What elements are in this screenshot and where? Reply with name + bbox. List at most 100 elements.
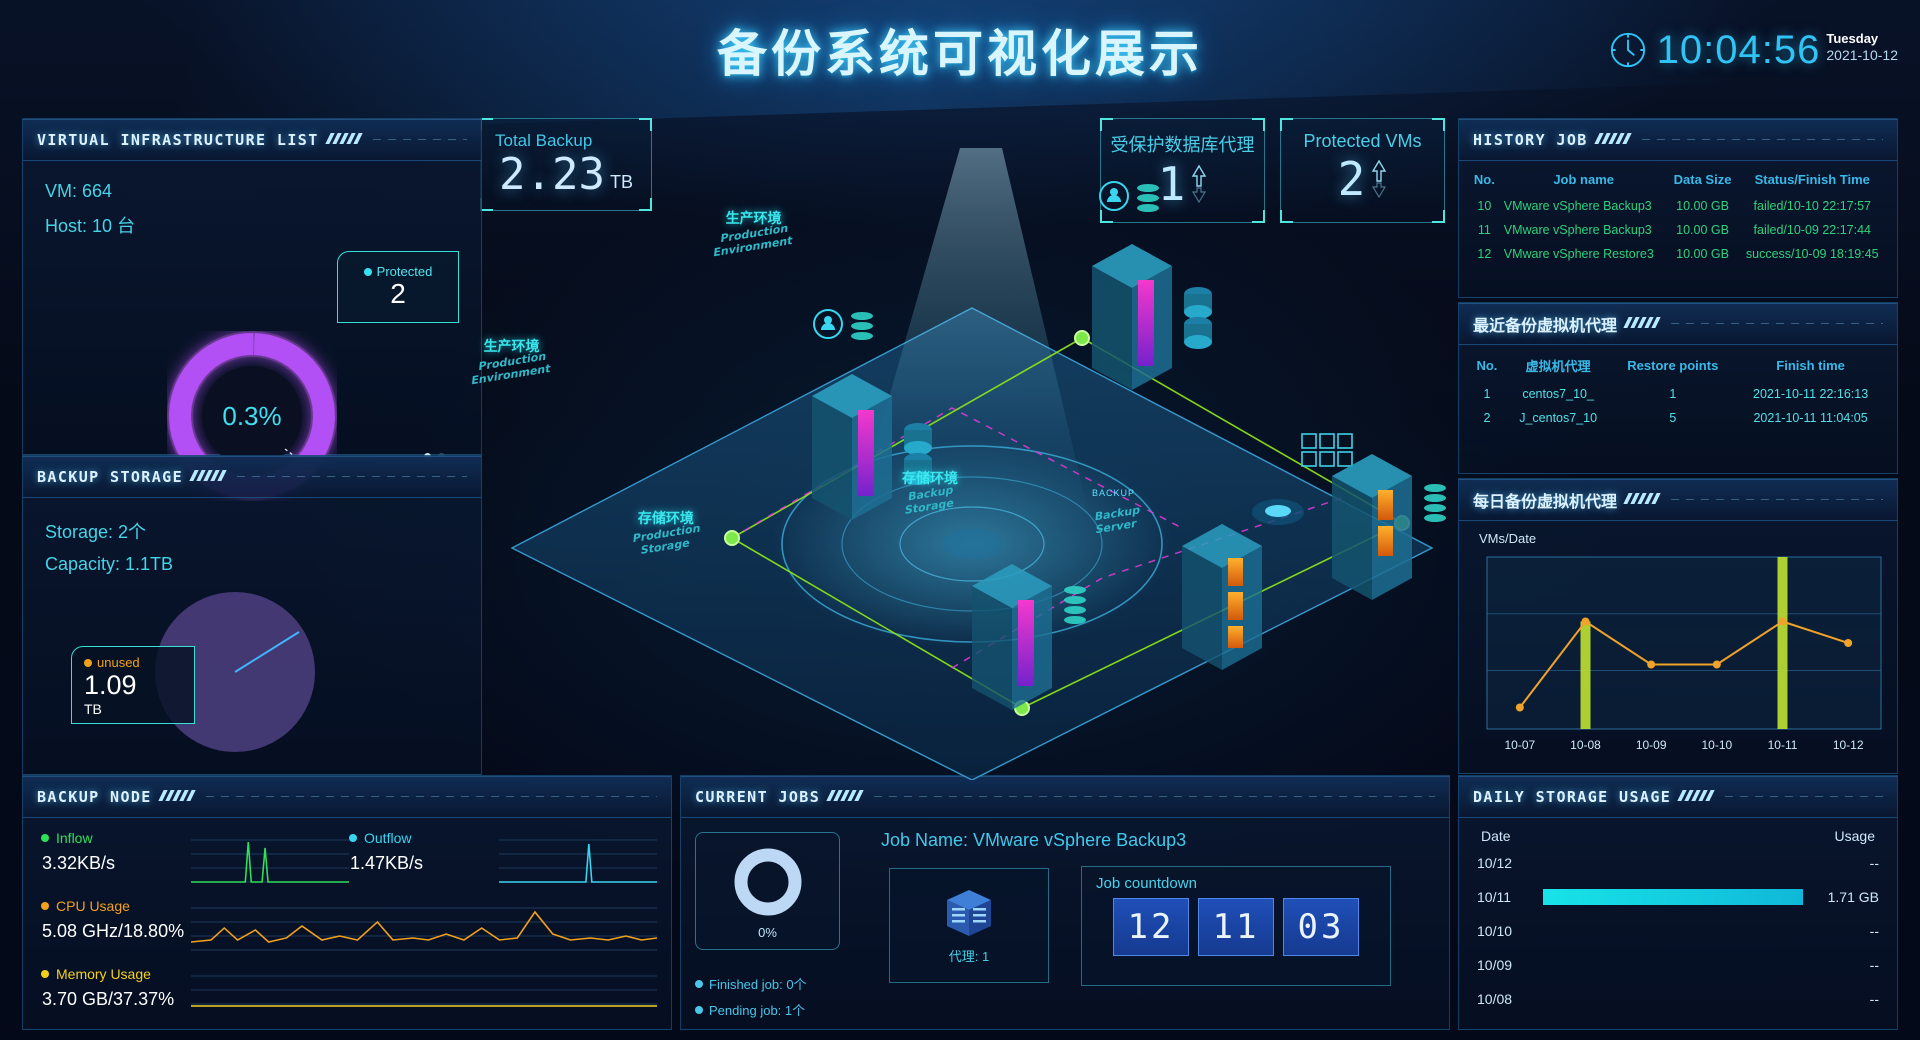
job-stats: Finished job: 0个 Pending job: 1个: [695, 967, 807, 1019]
panel-header: BACKUP NODE: [23, 776, 671, 818]
usage-row: 10/10 --: [1477, 914, 1879, 948]
usage-row: 10/11 1.71 GB: [1477, 880, 1879, 914]
table-row[interactable]: 1 centos7_10_ 1 2021-10-11 22:16:13: [1469, 382, 1887, 406]
backup-node-row-cpu: CPU Usage 5.08 GHz/18.80%: [41, 898, 657, 954]
panel-body: VM: 664 Host: 10 台 Protected 2 0.3%: [23, 181, 481, 501]
slash-decoration-icon: [324, 131, 363, 149]
usage-bar-track: [1543, 991, 1803, 1007]
table-cell: centos7_10_: [1522, 387, 1594, 401]
chart-point: [1778, 617, 1787, 626]
table-cell: 2: [1483, 411, 1491, 425]
col-finish-time: Finish time: [1776, 358, 1845, 373]
countdown-digit-hours: 12: [1113, 898, 1189, 956]
table-cell: 10.00 GB: [1676, 247, 1729, 261]
metric-meta: Outflow 1.47KB/s: [349, 830, 499, 886]
metric-name: Outflow: [364, 830, 412, 846]
chart-point: [1515, 703, 1524, 712]
slash-decoration-icon: [1594, 131, 1632, 149]
clock-weekday: Tuesday: [1826, 31, 1879, 47]
usage-bar-track: [1543, 957, 1803, 973]
panel-header: DAILY STORAGE USAGE: [1459, 776, 1897, 818]
table-cell: 1: [1483, 387, 1491, 401]
divider: [237, 476, 467, 477]
countdown-digit-seconds: 03: [1283, 898, 1359, 956]
table-row[interactable]: 2 J_centos7_10 5 2021-10-11 11:04:05: [1469, 406, 1887, 430]
slash-decoration-icon: [189, 468, 227, 486]
current-job-name: Job Name: VMware vSphere Backup3: [881, 830, 1187, 850]
usage-rows: 10/12 -- 10/11 1.71 GB 10/10 -- 10/09 -- 10/08 --: [1477, 846, 1879, 1016]
panel-body: Storage: 2个 Capacity: 1.1TB unused 1.09 …: [23, 518, 481, 794]
countdown-title: Job countdown: [1096, 875, 1197, 892]
chart-axis-label: VMs/Date: [1479, 531, 1537, 546]
table-cell: failed/10-09 22:17:44: [1753, 223, 1871, 237]
metric-value: 1.47KB/s: [350, 853, 424, 873]
panel-header: CURRENT JOBS: [681, 776, 1449, 818]
metric-inflow: Inflow 3.32KB/s: [41, 830, 349, 886]
sparkline-cpu: [191, 907, 657, 951]
chart-xtick: 10-08: [1570, 738, 1601, 752]
status-dot-icon: [41, 834, 49, 842]
usage-bar-track: [1543, 923, 1803, 939]
usage-value: 1.71 GB: [1827, 889, 1879, 905]
backup-node-row-memory: Memory Usage 3.70 GB/37.37%: [41, 966, 657, 1022]
topology-stage: 生产环境 Production Environment 生产环境 Producti…: [471, 108, 1462, 781]
panel-header: 最近备份虚拟机代理: [1459, 303, 1897, 345]
clock-icon: [1610, 32, 1645, 68]
usage-value: --: [1869, 957, 1879, 973]
panel-body: Inflow 3.32KB/s Outflow 1.47KB/s CPU Usa…: [23, 818, 671, 1040]
panel-title: 最近备份虚拟机代理: [1473, 317, 1618, 335]
protected-label-wrap: Protected: [363, 264, 432, 279]
unused-label: unused: [97, 655, 140, 670]
table-row[interactable]: 10 VMware vSphere Backup3 10.00 GB failed/1…: [1469, 194, 1887, 218]
vm-count: VM: 664: [45, 181, 113, 201]
table-cell: 5: [1669, 411, 1677, 425]
panel-backup-node: BACKUP NODE Inflow 3.32KB/s Outflow 1.47…: [22, 775, 672, 1030]
status-dot-icon: [41, 902, 49, 910]
metric-name-wrap: CPU Usage: [41, 898, 191, 914]
usage-bar-track: [1543, 889, 1803, 905]
divider: [1725, 796, 1883, 797]
table-cell: VMware vSphere Backup3: [1503, 223, 1652, 237]
usage-date: 10/11: [1477, 889, 1511, 905]
col-datasize: Data Size: [1673, 172, 1732, 187]
unused-card: unused 1.09 TB: [71, 646, 195, 724]
panel-header: 每日备份虚拟机代理: [1459, 479, 1897, 521]
chart-xtick: 10-10: [1701, 738, 1732, 752]
pending-job-row: Pending job: 1个: [695, 1000, 807, 1019]
metric-name-wrap: Memory Usage: [41, 966, 191, 982]
table-row[interactable]: 11 VMware vSphere Backup3 10.00 GB failed/1…: [1469, 218, 1887, 242]
table-row[interactable]: 12 VMware vSphere Restore3 10.00 GB success…: [1469, 242, 1887, 266]
table-cell: J_centos7_10: [1519, 411, 1598, 425]
divider: [1671, 499, 1883, 500]
panel-title: BACKUP NODE: [37, 787, 152, 806]
panel-daily-agents: 每日备份虚拟机代理 VMs/Date 10-07 10-08 10-09 10-10 1…: [1458, 478, 1898, 774]
metric-value: 5.08 GHz/18.80%: [42, 921, 185, 941]
slash-decoration-icon: [1623, 491, 1661, 509]
clock-time: 10:04:56: [1656, 28, 1821, 72]
metric-outflow: Outflow 1.47KB/s: [349, 830, 657, 886]
usage-value: --: [1869, 855, 1879, 871]
chart-xtick: 10-09: [1636, 738, 1667, 752]
panel-header: HISTORY JOB: [1459, 119, 1897, 161]
usage-date: 10/08: [1477, 991, 1513, 1007]
clock-date: Tuesday 2021-10-12: [1826, 32, 1898, 63]
col-no: No.: [1473, 172, 1495, 187]
panel-title: CURRENT JOBS: [695, 787, 821, 806]
table-cell: 12: [1477, 247, 1492, 261]
col-jobname: Job name: [1553, 172, 1615, 187]
agent-count-label: 代理: 1: [948, 949, 990, 964]
table-cell: 2021-10-11 22:16:13: [1753, 387, 1869, 401]
status-dot-icon: [695, 1005, 703, 1014]
metric-name-wrap: Outflow: [349, 830, 499, 846]
table-cell: VMware vSphere Backup3: [1503, 199, 1652, 213]
col-no: No.: [1476, 358, 1498, 373]
status-dot-icon: [363, 267, 372, 276]
panel-body: No. Job name Data Size Status/Finish Tim…: [1459, 161, 1897, 297]
chart-point: [1581, 617, 1590, 626]
slash-decoration-icon: [158, 788, 196, 806]
chart-bar: [1777, 557, 1788, 729]
unused-value: 1.09: [84, 670, 137, 700]
topology-svg: [510, 148, 1446, 781]
sparkline-memory: [191, 975, 657, 1007]
metric-name: CPU Usage: [56, 898, 130, 914]
